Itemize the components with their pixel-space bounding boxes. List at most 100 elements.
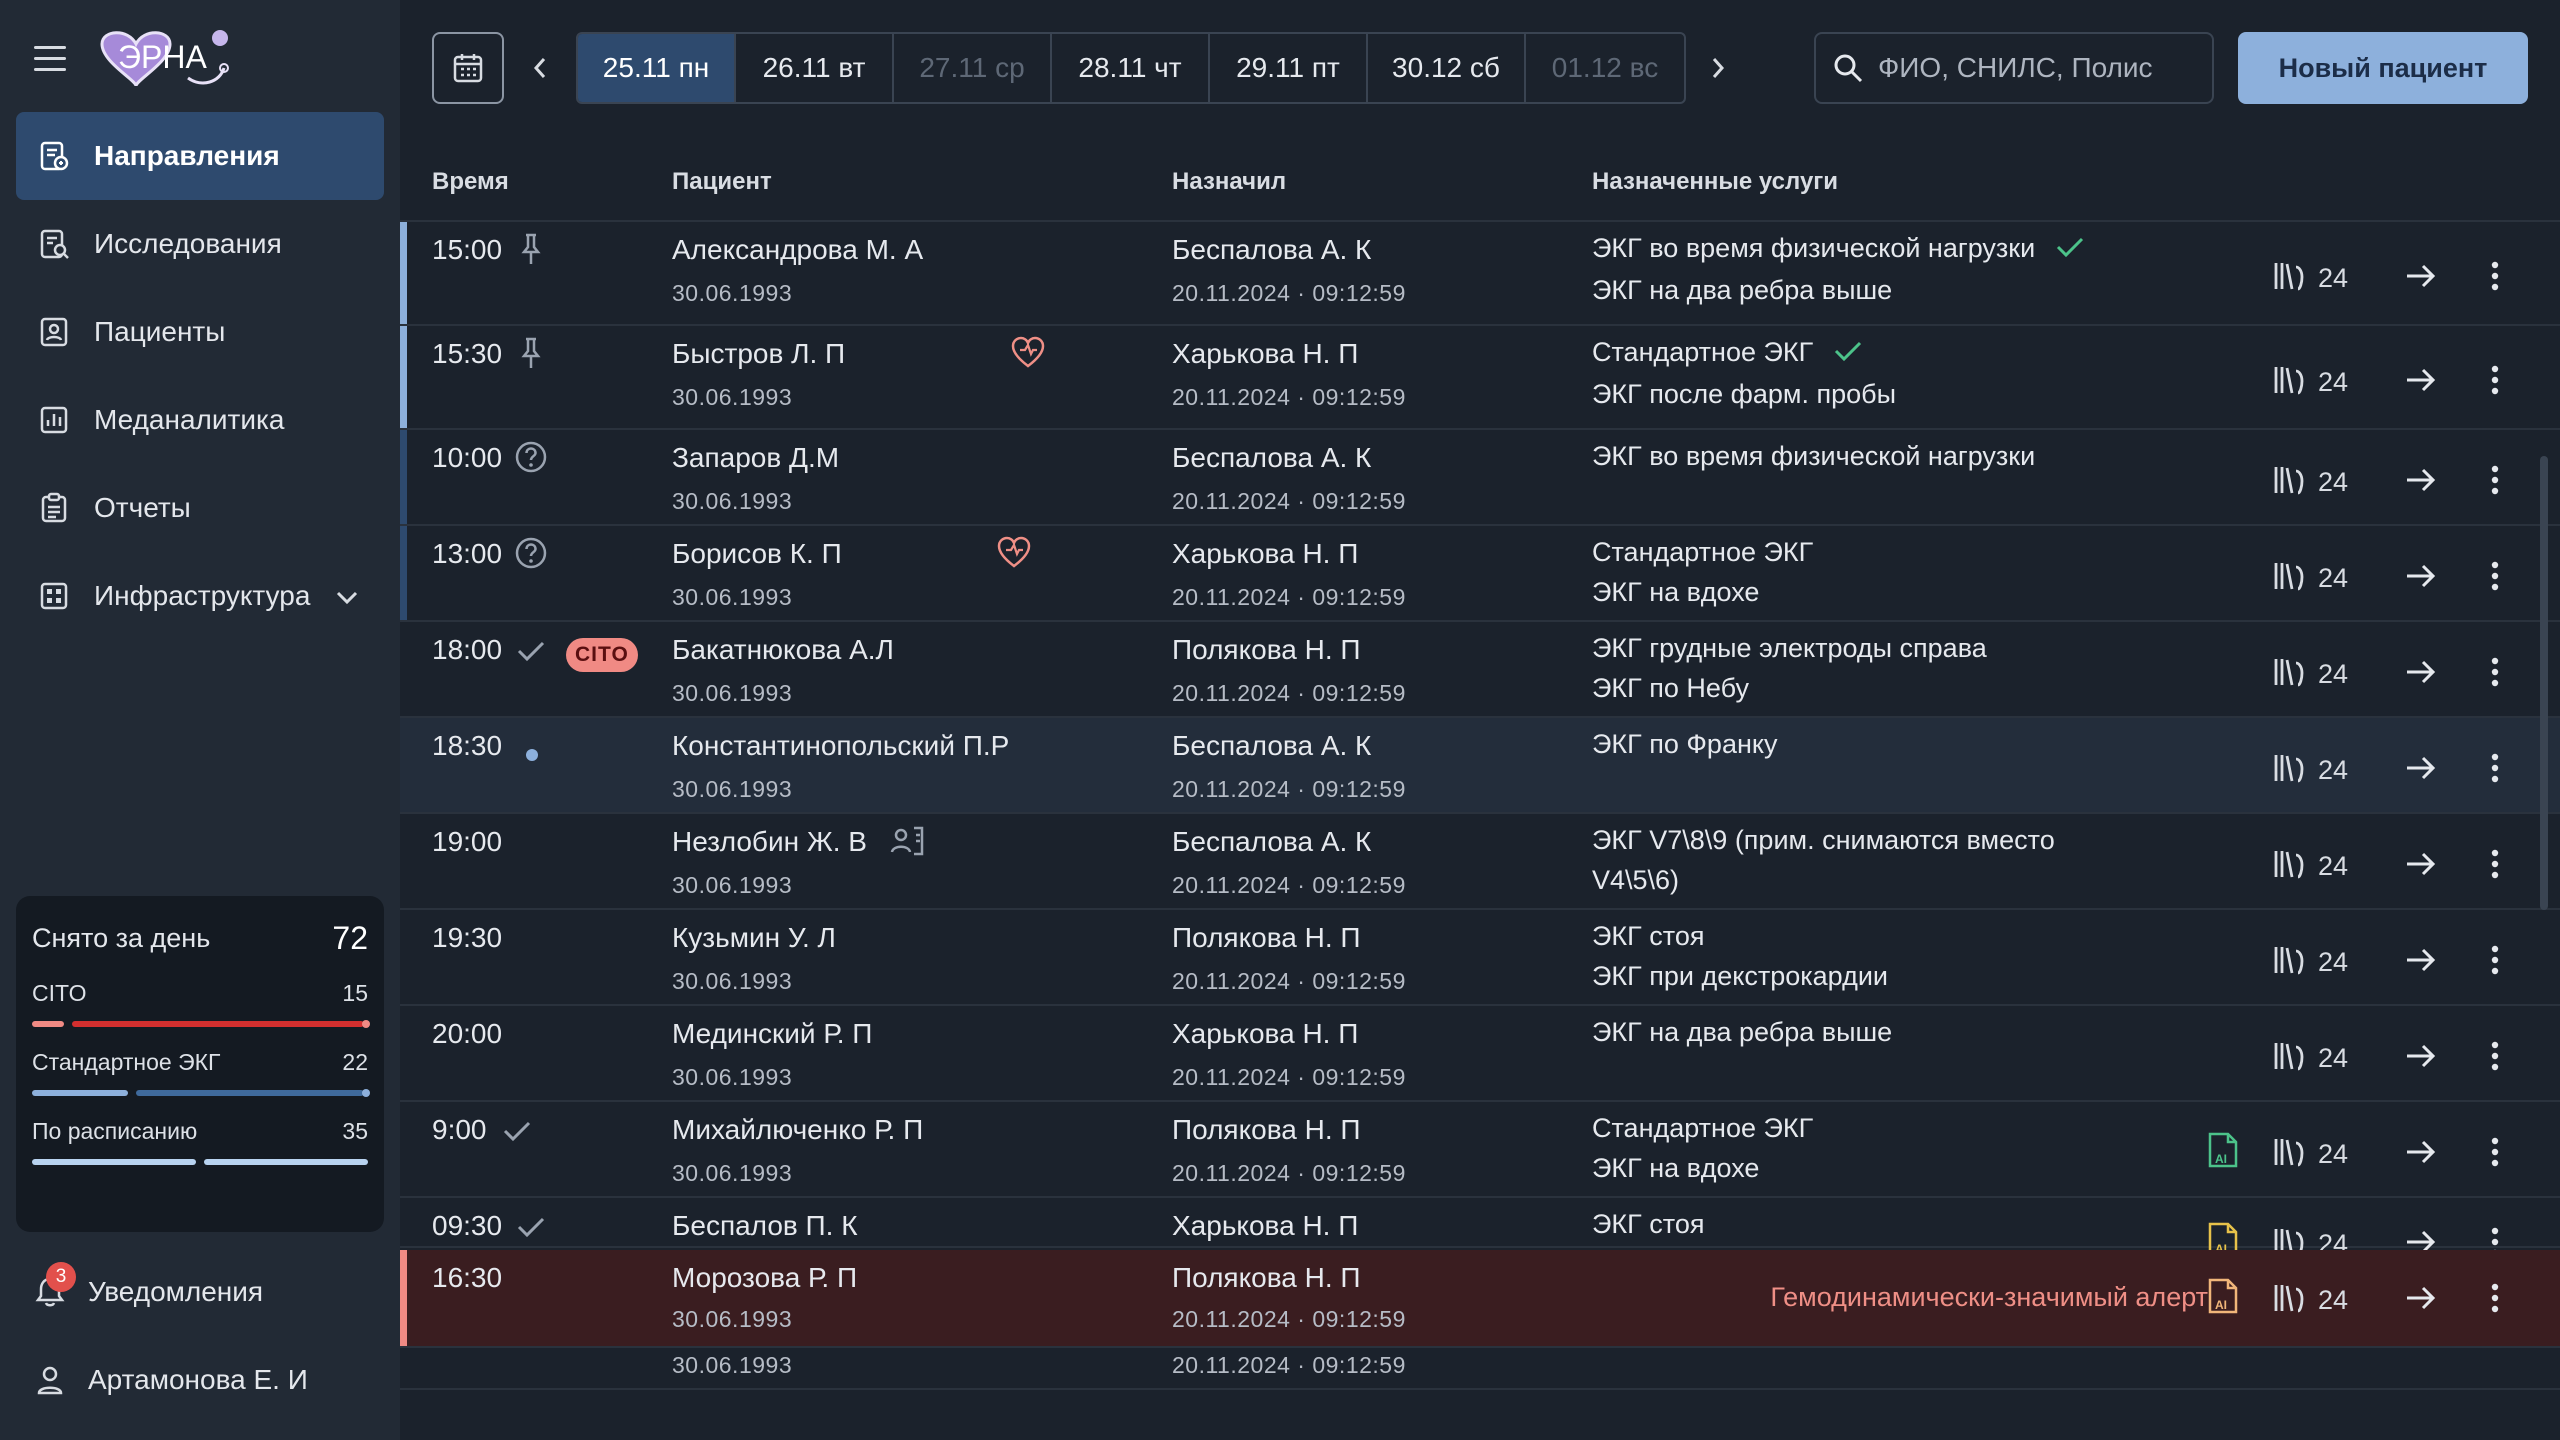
ecg-history-button[interactable]: 24 (2272, 655, 2348, 694)
patient-name[interactable]: Мединский Р. П (672, 1018, 872, 1050)
more-options-button[interactable] (2490, 1282, 2500, 1319)
more-options-button[interactable] (2490, 560, 2500, 597)
ecg-history-button[interactable]: 24 (2272, 559, 2348, 598)
services-list: Стандартное ЭКГ ЭКГ после фарм. пробы (1592, 332, 1896, 414)
service-item: ЭКГ грудные электроды справа (1592, 628, 1987, 668)
date-tab[interactable]: 25.11 пн (578, 34, 736, 102)
open-arrow-button[interactable] (2404, 1283, 2438, 1318)
nav-item-referrals[interactable]: Направления (16, 112, 384, 200)
open-arrow-button[interactable] (2404, 1041, 2438, 1076)
ecg-history-button[interactable]: 24 (2272, 943, 2348, 982)
ecg-history-button[interactable]: 24 (2272, 1039, 2348, 1078)
new-patient-button[interactable]: Новый пациент (2238, 32, 2528, 104)
pin-icon[interactable] (520, 336, 542, 377)
row-actions: 24 (2200, 935, 2560, 985)
table-row[interactable]: 19:00 Незлобин Ж. В 30.06.1993 Беспалова А.… (400, 814, 2560, 910)
open-arrow-button[interactable] (2404, 753, 2438, 788)
ecg-history-button[interactable]: 24 (2272, 259, 2348, 298)
table-row[interactable]: 13:00 Борисов К. П 30.06.1993 Харькова Н. П… (400, 526, 2560, 622)
notifications-button[interactable]: 3 Уведомления (32, 1262, 263, 1322)
table-scrollbar[interactable] (2540, 456, 2548, 910)
patient-name[interactable]: Михайлюченко Р. П (672, 1114, 923, 1146)
more-options-button[interactable] (2490, 260, 2500, 297)
nav-item-research[interactable]: Исследования (16, 200, 384, 288)
ecg-history-button[interactable]: 24 (2272, 1135, 2348, 1174)
ai-report-icon[interactable]: AI (2206, 1131, 2240, 1169)
column-header-time: Время (432, 168, 509, 195)
patient-name[interactable]: Кузьмин У. Л (672, 922, 836, 954)
table-row[interactable]: 20:00 Мединский Р. П 30.06.1993 Харькова Н.… (400, 1006, 2560, 1102)
more-options-button[interactable] (2490, 848, 2500, 885)
patient-name[interactable]: Александрова М. А (672, 234, 923, 266)
patient-name[interactable]: Константинопольский П.Р (672, 730, 1009, 762)
date-tab[interactable]: 28.11 чт (1052, 34, 1210, 102)
nav-item-patients[interactable]: Пациенты (16, 288, 384, 376)
svg-text:AI: AI (2215, 1152, 2227, 1166)
date-tab[interactable]: 29.11 пт (1210, 34, 1368, 102)
date-tab[interactable]: 01.12 вс (1526, 34, 1684, 102)
user-profile[interactable]: Артамонова Е. И (32, 1350, 308, 1410)
nav-item-infrastructure[interactable]: Инфраструктура (16, 552, 384, 640)
open-arrow-button[interactable] (2404, 849, 2438, 884)
patient-name[interactable]: Борисов К. П (672, 538, 842, 570)
nav-item-analytics[interactable]: Меданалитика (16, 376, 384, 464)
open-arrow-button[interactable] (2404, 657, 2438, 692)
row-actions: 24 (2200, 647, 2560, 697)
table-row[interactable]: 9:00 Михайлюченко Р. П 30.06.1993 Полякова … (400, 1102, 2560, 1198)
more-options-button[interactable] (2490, 656, 2500, 693)
chevron-down-icon[interactable] (336, 580, 358, 612)
assigned-datetime: 20.11.2024 · 09:12:59 (1172, 280, 1406, 306)
open-arrow-button[interactable] (2404, 465, 2438, 500)
ecg-history-button[interactable]: 24 (2272, 751, 2348, 790)
more-options-button[interactable] (2490, 364, 2500, 401)
date-tab[interactable]: 27.11 ср (894, 34, 1052, 102)
next-week-button[interactable] (1696, 44, 1740, 92)
date-tab[interactable]: 26.11 вт (736, 34, 894, 102)
open-arrow-button[interactable] (2404, 1137, 2438, 1172)
patient-name[interactable]: Беспалов П. К (672, 1210, 858, 1242)
patient-name[interactable]: Бакатнюкова А.Л (672, 634, 894, 666)
table-row[interactable]: 30.06.1993 20.11.2024 · 09:12:59 (400, 1348, 2560, 1390)
ecg-history-button[interactable]: 24 (2272, 847, 2348, 886)
date-tab[interactable]: 30.12 сб (1368, 34, 1526, 102)
more-options-button[interactable] (2490, 1040, 2500, 1077)
stat-label: Стандартное ЭКГ (32, 1049, 221, 1075)
table-row[interactable]: 09:30 Беспалов П. К Харькова Н. П ЭКГ стоя A… (400, 1198, 2560, 1259)
ecg-history-button[interactable]: 24 (2272, 463, 2348, 502)
table-row[interactable]: 10:00 Запаров Д.М 30.06.1993 Беспалова А. К… (400, 430, 2560, 526)
ai-report-icon[interactable]: AI (2206, 1277, 2240, 1315)
more-options-button[interactable] (2490, 752, 2500, 789)
table-row[interactable]: 15:30 Быстров Л. П 30.06.1993 Харькова Н. П… (400, 326, 2560, 430)
nav-item-reports[interactable]: Отчеты (16, 464, 384, 552)
open-arrow-button[interactable] (2404, 561, 2438, 596)
ecg-history-button[interactable]: 24 (2272, 1281, 2348, 1320)
service-name: ЭКГ во время физической нагрузки (1592, 441, 2036, 471)
patient-name[interactable]: Запаров Д.М (672, 442, 839, 474)
patient-name[interactable]: Незлобин Ж. В (672, 826, 867, 858)
table-row[interactable]: 15:00 Александрова М. А 30.06.1993 Беспалов… (400, 222, 2560, 326)
open-arrow-button[interactable] (2404, 365, 2438, 400)
search-input[interactable] (1878, 52, 2178, 84)
patient-name[interactable]: Морозова Р. П (672, 1262, 857, 1294)
calendar-button[interactable] (432, 32, 504, 104)
more-options-button[interactable] (2490, 464, 2500, 501)
service-name: ЭКГ по Небу (1592, 673, 1749, 703)
patient-dob: 30.06.1993 (672, 488, 793, 514)
ecg-history-button[interactable]: 24 (2272, 363, 2348, 402)
more-options-button[interactable] (2490, 944, 2500, 981)
more-options-button[interactable] (2490, 1136, 2500, 1173)
alert-row[interactable]: 16:30 Морозова Р. П 30.06.1993 Полякова Н. … (400, 1250, 2560, 1348)
alert-message: Гемодинамически-значимый алерт (1770, 1282, 2208, 1312)
stat-value: 15 (342, 980, 368, 1006)
table-row[interactable]: 18:30 Константинопольский П.Р 30.06.1993 Бе… (400, 718, 2560, 814)
patient-name[interactable]: Быстров Л. П (672, 338, 845, 370)
row-time: 18:30 (432, 730, 503, 761)
menu-icon[interactable] (34, 46, 66, 72)
open-arrow-button[interactable] (2404, 261, 2438, 296)
table-row[interactable]: 18:00 CITO Бакатнюкова А.Л 30.06.1993 Поляко… (400, 622, 2560, 718)
table-row[interactable]: 19:30 Кузьмин У. Л 30.06.1993 Полякова Н. П… (400, 910, 2560, 1006)
stat-bar (32, 1020, 370, 1028)
pin-icon[interactable] (520, 232, 542, 273)
open-arrow-button[interactable] (2404, 945, 2438, 980)
prev-week-button[interactable] (518, 44, 562, 92)
